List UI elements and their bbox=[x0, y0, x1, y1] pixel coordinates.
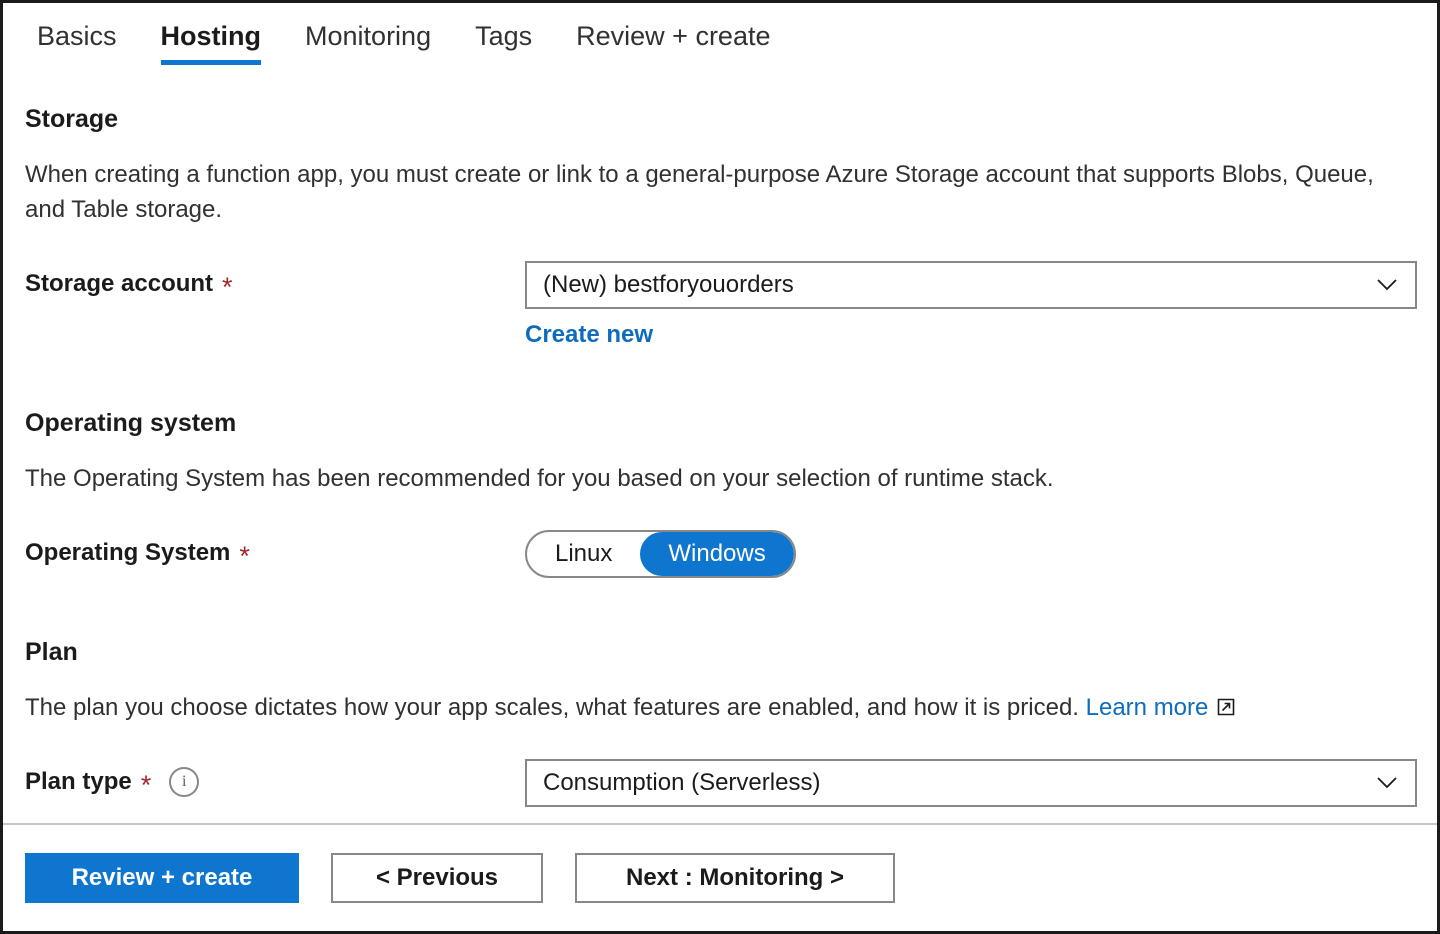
storage-account-row: Storage account * (New) bestforyouorders… bbox=[25, 261, 1417, 349]
hosting-form: Storage When creating a function app, yo… bbox=[3, 103, 1437, 807]
storage-account-value: (New) bestforyouorders bbox=[543, 271, 794, 298]
operating-system-control: Linux Windows bbox=[525, 530, 1417, 578]
storage-section-description: When creating a function app, you must c… bbox=[25, 161, 1374, 223]
tab-hosting-label: Hosting bbox=[160, 21, 262, 51]
tab-basics[interactable]: Basics bbox=[37, 17, 139, 65]
plan-section-description: The plan you choose dictates how your ap… bbox=[25, 690, 1417, 725]
plan-description-text: The plan you choose dictates how your ap… bbox=[25, 694, 1079, 721]
operating-system-option-windows[interactable]: Windows bbox=[640, 532, 794, 576]
chevron-down-icon bbox=[1375, 273, 1399, 297]
storage-account-control: (New) bestforyouorders Create new bbox=[525, 261, 1417, 349]
plan-type-value: Consumption (Serverless) bbox=[543, 769, 821, 796]
operating-system-section-heading: Operating system bbox=[25, 409, 237, 437]
plan-type-label-text: Plan type bbox=[25, 768, 132, 795]
operating-system-required-indicator: * bbox=[239, 540, 250, 571]
tab-monitoring[interactable]: Monitoring bbox=[283, 17, 453, 65]
chevron-down-icon bbox=[1375, 771, 1399, 795]
operating-system-section-description: The Operating System has been recommende… bbox=[25, 465, 1054, 492]
plan-type-row: Plan type * i Consumption (Serverless) bbox=[25, 759, 1417, 807]
review-create-button[interactable]: Review + create bbox=[25, 853, 299, 903]
tab-active-underline bbox=[160, 60, 262, 65]
tab-tags-label: Tags bbox=[475, 21, 533, 51]
plan-type-required-indicator: * bbox=[140, 769, 152, 800]
operating-system-toggle[interactable]: Linux Windows bbox=[525, 530, 796, 578]
plan-type-select[interactable]: Consumption (Serverless) bbox=[525, 759, 1417, 807]
wizard-tab-bar: Basics Hosting Monitoring Tags Review + … bbox=[3, 3, 1437, 65]
create-new-storage-account-link[interactable]: Create new bbox=[525, 321, 653, 349]
operating-system-row: Operating System * Linux Windows bbox=[25, 530, 1417, 578]
function-app-hosting-wizard: Basics Hosting Monitoring Tags Review + … bbox=[0, 0, 1440, 934]
plan-type-control: Consumption (Serverless) bbox=[525, 759, 1417, 807]
wizard-footer: Review + create < Previous Next : Monito… bbox=[3, 825, 1437, 931]
operating-system-label: Operating System * bbox=[25, 530, 525, 576]
storage-account-required-indicator: * bbox=[222, 271, 233, 302]
storage-account-label-text: Storage account bbox=[25, 270, 214, 297]
tab-tags[interactable]: Tags bbox=[453, 17, 554, 65]
plan-learn-more-link[interactable]: Learn more bbox=[1086, 694, 1209, 721]
previous-button[interactable]: < Previous bbox=[331, 853, 543, 903]
plan-section-heading: Plan bbox=[25, 638, 78, 666]
storage-section-heading: Storage bbox=[25, 105, 119, 133]
storage-account-select[interactable]: (New) bestforyouorders bbox=[525, 261, 1417, 309]
external-link-icon[interactable] bbox=[1216, 697, 1236, 717]
plan-type-label: Plan type * i bbox=[25, 759, 525, 805]
tab-basics-label: Basics bbox=[37, 21, 117, 51]
tab-hosting[interactable]: Hosting bbox=[139, 17, 284, 65]
tab-monitoring-label: Monitoring bbox=[305, 21, 432, 51]
storage-account-label: Storage account * bbox=[25, 261, 525, 307]
info-icon[interactable]: i bbox=[169, 767, 200, 797]
operating-system-option-linux[interactable]: Linux bbox=[527, 532, 640, 576]
tab-review-create[interactable]: Review + create bbox=[554, 17, 792, 65]
tab-review-create-label: Review + create bbox=[576, 21, 771, 51]
operating-system-label-text: Operating System bbox=[25, 539, 231, 566]
next-monitoring-button[interactable]: Next : Monitoring > bbox=[575, 853, 895, 903]
